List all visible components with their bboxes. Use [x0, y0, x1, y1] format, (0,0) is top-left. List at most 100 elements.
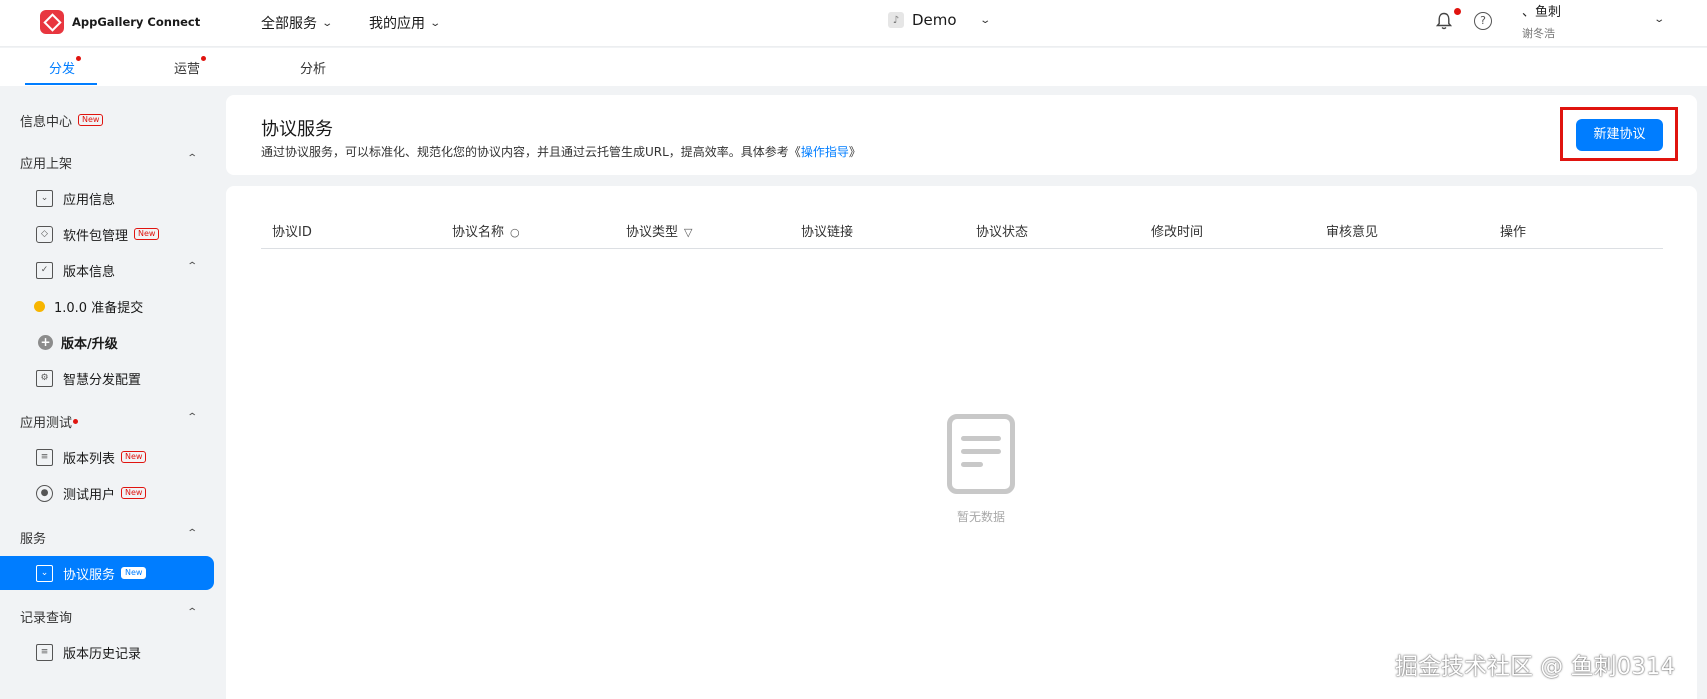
sidebar-item-test-users[interactable]: ● 测试用户 New — [0, 476, 214, 510]
page-header-card: 协议服务 通过协议服务，可以标准化、规范化您的协议内容，并且通过云托管生成URL… — [226, 95, 1697, 175]
col-agreement-link: 协议链接 — [801, 225, 854, 240]
smart-distribution-icon: ⚙ — [36, 369, 53, 387]
chevron-up-icon: ⌃ — [185, 261, 198, 272]
tab-distribution[interactable]: 分发 — [49, 56, 82, 77]
chevron-up-icon: ⌃ — [185, 412, 198, 423]
sidebar-item-label: 版本历史记录 — [63, 646, 142, 662]
sidebar: 信息中心 New 应用上架 ⌃ ⌄ 应用信息 ◇ 软件包管理 New ✓ 版本信… — [0, 86, 215, 699]
sidebar-item-version-upgrade[interactable]: + 版本/升级 — [0, 325, 214, 359]
new-agreement-button[interactable]: 新建协议 — [1576, 119, 1663, 151]
sidebar-group-testing[interactable]: 应用测试 ⌃ — [0, 404, 214, 438]
history-icon: ≡ — [36, 643, 53, 661]
chevron-down-icon: ⌄ — [321, 17, 334, 29]
sidebar-item-label: 版本信息 — [63, 264, 116, 280]
version-info-icon: ✓ — [36, 261, 53, 279]
brand-logo[interactable]: AppGallery Connect — [40, 10, 200, 34]
tab-alert-dot — [201, 56, 207, 61]
watermark: 掘金技术社区 @ 鱼刺0314 — [1395, 654, 1676, 680]
sidebar-item-label: 版本列表 — [63, 451, 116, 467]
app-selector[interactable]: ♪ Demo ⌄ — [888, 11, 991, 29]
sidebar-item-label: 协议服务 — [63, 567, 116, 583]
description-text: 通过协议服务，可以标准化、规范化您的协议内容，并且通过云托管生成URL，提高效率… — [261, 145, 801, 159]
nav-my-apps[interactable]: 我的应用 ⌄ — [369, 13, 442, 33]
user-subtitle: 谢冬浩 — [1522, 27, 1555, 40]
sidebar-item-app-info[interactable]: ⌄ 应用信息 — [0, 181, 214, 215]
help-icon[interactable]: ? — [1474, 12, 1492, 30]
package-icon: ◇ — [36, 225, 53, 243]
plus-circle-icon: + — [38, 334, 53, 350]
col-label: 协议名称 — [452, 225, 505, 240]
guide-link[interactable]: 操作指导 — [801, 145, 849, 159]
sidebar-item-label: 版本/升级 — [61, 336, 118, 352]
empty-state-text: 暂无数据 — [956, 510, 1005, 524]
sidebar-group-listing[interactable]: 应用上架 ⌃ — [0, 145, 214, 179]
col-agreement-type[interactable]: 协议类型 ▽ — [626, 221, 692, 240]
bell-icon[interactable] — [1436, 12, 1452, 30]
tab-operations[interactable]: 运营 — [174, 56, 207, 77]
col-agreement-status: 协议状态 — [976, 225, 1029, 240]
agreement-icon: ⌄ — [36, 564, 53, 582]
sidebar-item-version-entry[interactable]: 1.0.0 准备提交 — [0, 289, 214, 323]
sidebar-item-version-history[interactable]: ≡ 版本历史记录 — [0, 635, 214, 669]
module-tabs: 分发 运营 分析 — [0, 48, 1707, 86]
user-menu[interactable]: 、鱼刺 谢冬浩 — [1522, 1, 1561, 41]
filter-icon[interactable]: ▽ — [684, 226, 692, 239]
agreement-table-card: 协议ID 协议名称 ○ 协议类型 ▽ 协议链接 协议状态 修改时间 审核意见 操作 … — [226, 186, 1697, 699]
notification-dot — [1454, 8, 1461, 15]
sidebar-item-version-info[interactable]: ✓ 版本信息 ⌃ — [0, 253, 214, 287]
sidebar-item-smart-dist[interactable]: ⚙ 智慧分发配置 — [0, 361, 214, 395]
app-icon: ♪ — [888, 12, 904, 28]
sidebar-group-label: 服务 — [20, 531, 47, 547]
chevron-down-icon[interactable]: ⌄ — [1653, 14, 1665, 25]
sidebar-item-label: 软件包管理 — [63, 228, 129, 244]
top-bar: AppGallery Connect 全部服务 ⌄ 我的应用 ⌄ ♪ Demo … — [0, 0, 1707, 47]
col-review-opinion: 审核意见 — [1326, 225, 1379, 240]
sidebar-item-package-mgmt[interactable]: ◇ 软件包管理 New — [0, 217, 214, 251]
nav-all-services[interactable]: 全部服务 ⌄ — [261, 13, 334, 33]
tab-alert-dot — [76, 56, 82, 61]
col-agreement-name[interactable]: 协议名称 ○ — [452, 221, 520, 240]
sidebar-group-label: 记录查询 — [20, 610, 73, 626]
table-header: 协议ID 协议名称 ○ 协议类型 ▽ 协议链接 协议状态 修改时间 审核意见 操作 — [261, 211, 1663, 249]
chevron-up-icon: ⌃ — [185, 153, 198, 164]
pending-status-dot — [34, 300, 45, 312]
sidebar-group-records[interactable]: 记录查询 ⌃ — [0, 599, 214, 633]
page-title: 协议服务 — [261, 119, 333, 140]
new-badge: New — [134, 228, 160, 240]
description-text-end: 》 — [848, 145, 861, 159]
appgallery-logo-icon — [40, 10, 64, 34]
new-badge: New — [78, 114, 104, 126]
col-actions: 操作 — [1500, 225, 1527, 240]
col-label: 协议类型 — [626, 225, 679, 240]
empty-state: 暂无数据 — [926, 414, 1036, 525]
active-tab-indicator — [25, 83, 97, 85]
list-icon: ≡ — [36, 448, 53, 466]
sidebar-group-label: 应用测试 — [20, 415, 73, 431]
sidebar-item-label: 1.0.0 准备提交 — [54, 300, 144, 316]
sidebar-item-agreement-service[interactable]: ⌄ 协议服务 New — [0, 556, 214, 590]
sidebar-group-services[interactable]: 服务 ⌃ — [0, 520, 214, 554]
nav-my-apps-label: 我的应用 — [369, 16, 425, 32]
app-name: Demo — [912, 11, 957, 29]
sidebar-item-version-list[interactable]: ≡ 版本列表 New — [0, 440, 214, 474]
tab-analytics-label: 分析 — [300, 62, 327, 77]
new-badge: New — [121, 451, 147, 463]
tab-analytics[interactable]: 分析 — [300, 58, 326, 77]
chevron-down-icon: ⌄ — [978, 14, 991, 26]
search-icon[interactable]: ○ — [510, 226, 520, 239]
chevron-up-icon: ⌃ — [185, 607, 198, 618]
new-badge: New — [121, 487, 147, 499]
user-name: 、鱼刺 — [1522, 5, 1562, 20]
page-description: 通过协议服务，可以标准化、规范化您的协议内容，并且通过云托管生成URL，提高效率… — [261, 143, 861, 160]
sidebar-item-label: 应用信息 — [63, 192, 116, 208]
sidebar-item-label: 智慧分发配置 — [63, 372, 142, 388]
app-info-icon: ⌄ — [36, 189, 53, 207]
tab-operations-label: 运营 — [174, 62, 201, 77]
brand-name: AppGallery Connect — [72, 15, 201, 29]
chevron-down-icon: ⌄ — [429, 17, 442, 29]
chevron-up-icon: ⌃ — [185, 528, 198, 539]
sidebar-group-label: 应用上架 — [20, 156, 73, 172]
col-modified-time: 修改时间 — [1151, 225, 1204, 240]
sidebar-item-info-center[interactable]: 信息中心 New — [0, 103, 214, 137]
new-badge: New — [121, 567, 147, 579]
